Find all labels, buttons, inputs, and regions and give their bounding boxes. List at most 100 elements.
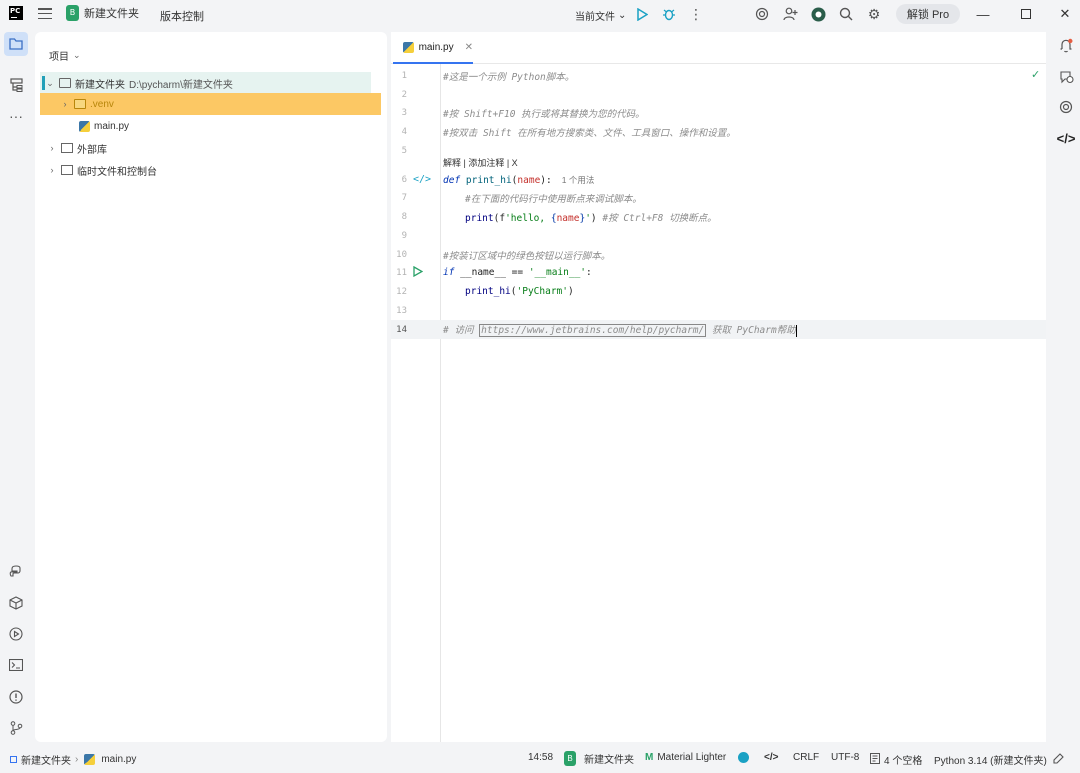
editor: main.py ✕ ✓ 1 #这是一个示例 Python脚本。 2 3 #按 S… — [391, 32, 1046, 742]
code-line[interactable]: 4 #按双击 Shift 在所有地方搜索类、文件、工具窗口、操作和设置。 — [391, 122, 1046, 141]
terminal-icon[interactable] — [4, 653, 28, 677]
logo-text: PC — [10, 7, 21, 15]
inlay-actions[interactable]: 解释 | 添加注释 | X — [443, 156, 518, 169]
pycharm-logo[interactable]: PC — [9, 6, 23, 20]
line-number: 6 — [401, 174, 407, 185]
chevron-down-icon: ⌄ — [618, 10, 627, 21]
ai-code-icon[interactable]: </> — [413, 174, 431, 185]
material-theme-icon: M — [645, 752, 654, 763]
code-with-me-icon[interactable] — [810, 6, 826, 22]
code-line[interactable]: 13 — [391, 301, 1046, 320]
line-number: 2 — [401, 89, 407, 100]
main-menu-icon[interactable] — [38, 8, 52, 20]
services-icon[interactable] — [4, 622, 28, 646]
indent-icon — [870, 752, 880, 767]
run-config-label: 当前文件 — [575, 12, 615, 23]
interpreter-widget[interactable]: Python 3.14 (新建文件夹) — [934, 752, 1047, 767]
breadcrumb-folder[interactable]: 新建文件夹 — [21, 752, 71, 767]
code-line-current[interactable]: 14 # 访问 https://www.jetbrains.com/help/p… — [391, 320, 1046, 339]
code-line[interactable]: 3 #按 Shift+F10 执行或将其替换为您的代码。 — [391, 103, 1046, 122]
code-line[interactable]: 11 if __name__ == '__main__': — [391, 263, 1046, 282]
close-icon[interactable]: ✕ — [1057, 6, 1073, 22]
text-caret — [795, 324, 797, 337]
chevron-right-icon: › — [75, 754, 79, 765]
code-line[interactable]: 8 print(f'hello, {name}') #按 Ctrl+F8 切换断… — [391, 207, 1046, 226]
line-number: 10 — [396, 249, 407, 260]
close-tab-icon[interactable]: ✕ — [465, 42, 473, 53]
breadcrumb: 新建文件夹 › main.py — [10, 752, 136, 767]
ai-chat-icon[interactable] — [1057, 68, 1075, 86]
project-panel-title: 项目 — [49, 52, 69, 63]
python-console-icon[interactable] — [4, 591, 28, 615]
file-encoding[interactable]: UTF-8 — [831, 752, 859, 763]
code-line[interactable]: 12 print_hi('PyCharm') — [391, 282, 1046, 301]
vcs-widget[interactable]: 版本控制 — [160, 8, 204, 24]
notifications-bell-icon[interactable] — [1057, 36, 1075, 54]
indent-label: 4 个空格 — [884, 756, 923, 767]
chevron-right-icon[interactable]: › — [47, 143, 57, 153]
run-icon[interactable] — [634, 6, 650, 22]
line-separator[interactable]: CRLF — [793, 752, 819, 763]
chevron-right-icon[interactable]: › — [47, 165, 57, 175]
code-icon[interactable]: </> — [1057, 129, 1076, 147]
code-line[interactable]: 1 #这是一个示例 Python脚本。 — [391, 66, 1046, 85]
add-user-icon[interactable] — [782, 6, 798, 22]
line-number: 12 — [396, 286, 407, 297]
code-line[interactable]: 10 #按装订区域中的绿色按钮以运行脚本。 — [391, 245, 1046, 264]
unlock-pro-button[interactable]: 解锁 Pro — [896, 4, 960, 24]
project-status-widget[interactable]: B 新建文件夹 — [564, 751, 634, 766]
tree-item-main-py[interactable]: main.py — [35, 115, 381, 137]
code-line[interactable]: 9 — [391, 226, 1046, 245]
chevron-down-icon[interactable]: ⌄ — [45, 78, 55, 89]
python-packages-icon[interactable] — [4, 560, 28, 584]
usage-hint: 1 个用法 — [561, 174, 595, 185]
more-actions-icon[interactable]: ⋮ — [688, 6, 704, 22]
code-vision-inlay[interactable]: 解释 | 添加注释 | X — [391, 155, 1046, 170]
project-panel-header[interactable]: 项目 ⌄ — [49, 48, 81, 63]
debug-icon[interactable] — [661, 6, 677, 22]
url-link[interactable]: https://www.jetbrains.com/help/pycharm/ — [479, 324, 707, 338]
caret-position[interactable]: 14:58 — [528, 752, 553, 763]
tree-root-folder[interactable]: ⌄ 新建文件夹 D:\pycharm\新建文件夹 — [40, 72, 371, 94]
tree-item-scratches[interactable]: › 临时文件和控制台 — [35, 159, 381, 181]
maximize-icon[interactable] — [1018, 6, 1034, 22]
code-line[interactable]: 6 </> def print_hi(name): 1 个用法 — [391, 170, 1046, 189]
code-line[interactable]: 2 — [391, 85, 1046, 104]
structure-tool-icon[interactable] — [4, 73, 28, 97]
code-icon[interactable]: </> — [764, 752, 778, 763]
root-folder-name: 新建文件夹 — [75, 79, 125, 91]
problems-icon[interactable] — [4, 685, 28, 709]
tab-main-py[interactable]: main.py ✕ — [393, 32, 473, 64]
more-tools-icon[interactable]: ··· — [4, 104, 28, 128]
line-number: 4 — [401, 126, 407, 137]
theme-widget[interactable]: M Material Lighter — [645, 752, 726, 763]
project-tool-icon[interactable] — [4, 32, 28, 56]
line-number: 8 — [401, 211, 407, 222]
ai-assistant-swirl-icon[interactable] — [1057, 98, 1075, 116]
indent-widget[interactable]: 4 个空格 — [870, 752, 922, 767]
module-icon — [10, 756, 17, 763]
venv-label: .venv — [90, 98, 114, 110]
code-text: #按装订区域中的绿色按钮以运行脚本。 — [443, 250, 611, 262]
run-config-selector[interactable]: 当前文件 ⌄ — [575, 8, 626, 23]
search-icon[interactable] — [838, 6, 854, 22]
status-dot-icon[interactable] — [738, 752, 749, 763]
run-gutter-icon[interactable] — [413, 265, 424, 280]
settings-gear-icon[interactable]: ⚙ — [866, 6, 882, 22]
breadcrumb-file[interactable]: main.py — [101, 754, 136, 765]
code-line[interactable]: 7 #在下面的代码行中使用断点来调试脚本。 — [391, 188, 1046, 207]
root-folder-path: D:\pycharm\新建文件夹 — [129, 79, 233, 91]
code-text: print_hi('PyCharm') — [465, 286, 574, 297]
code-text: #按双击 Shift 在所有地方搜索类、文件、工具窗口、操作和设置。 — [443, 127, 736, 139]
line-number: 14 — [396, 324, 407, 335]
line-number: 11 — [396, 267, 407, 278]
tree-item-venv[interactable]: › .venv — [40, 93, 381, 115]
minimize-icon[interactable]: — — [975, 6, 991, 22]
ai-assistant-icon[interactable] — [754, 6, 770, 22]
chevron-right-icon[interactable]: › — [60, 99, 70, 109]
external-libs-label: 外部库 — [77, 144, 107, 156]
read-only-lock-icon[interactable] — [1053, 752, 1065, 764]
tree-item-external-libraries[interactable]: › 外部库 — [35, 137, 381, 159]
project-widget[interactable]: B 新建文件夹 — [66, 5, 139, 21]
version-control-icon[interactable] — [4, 716, 28, 740]
